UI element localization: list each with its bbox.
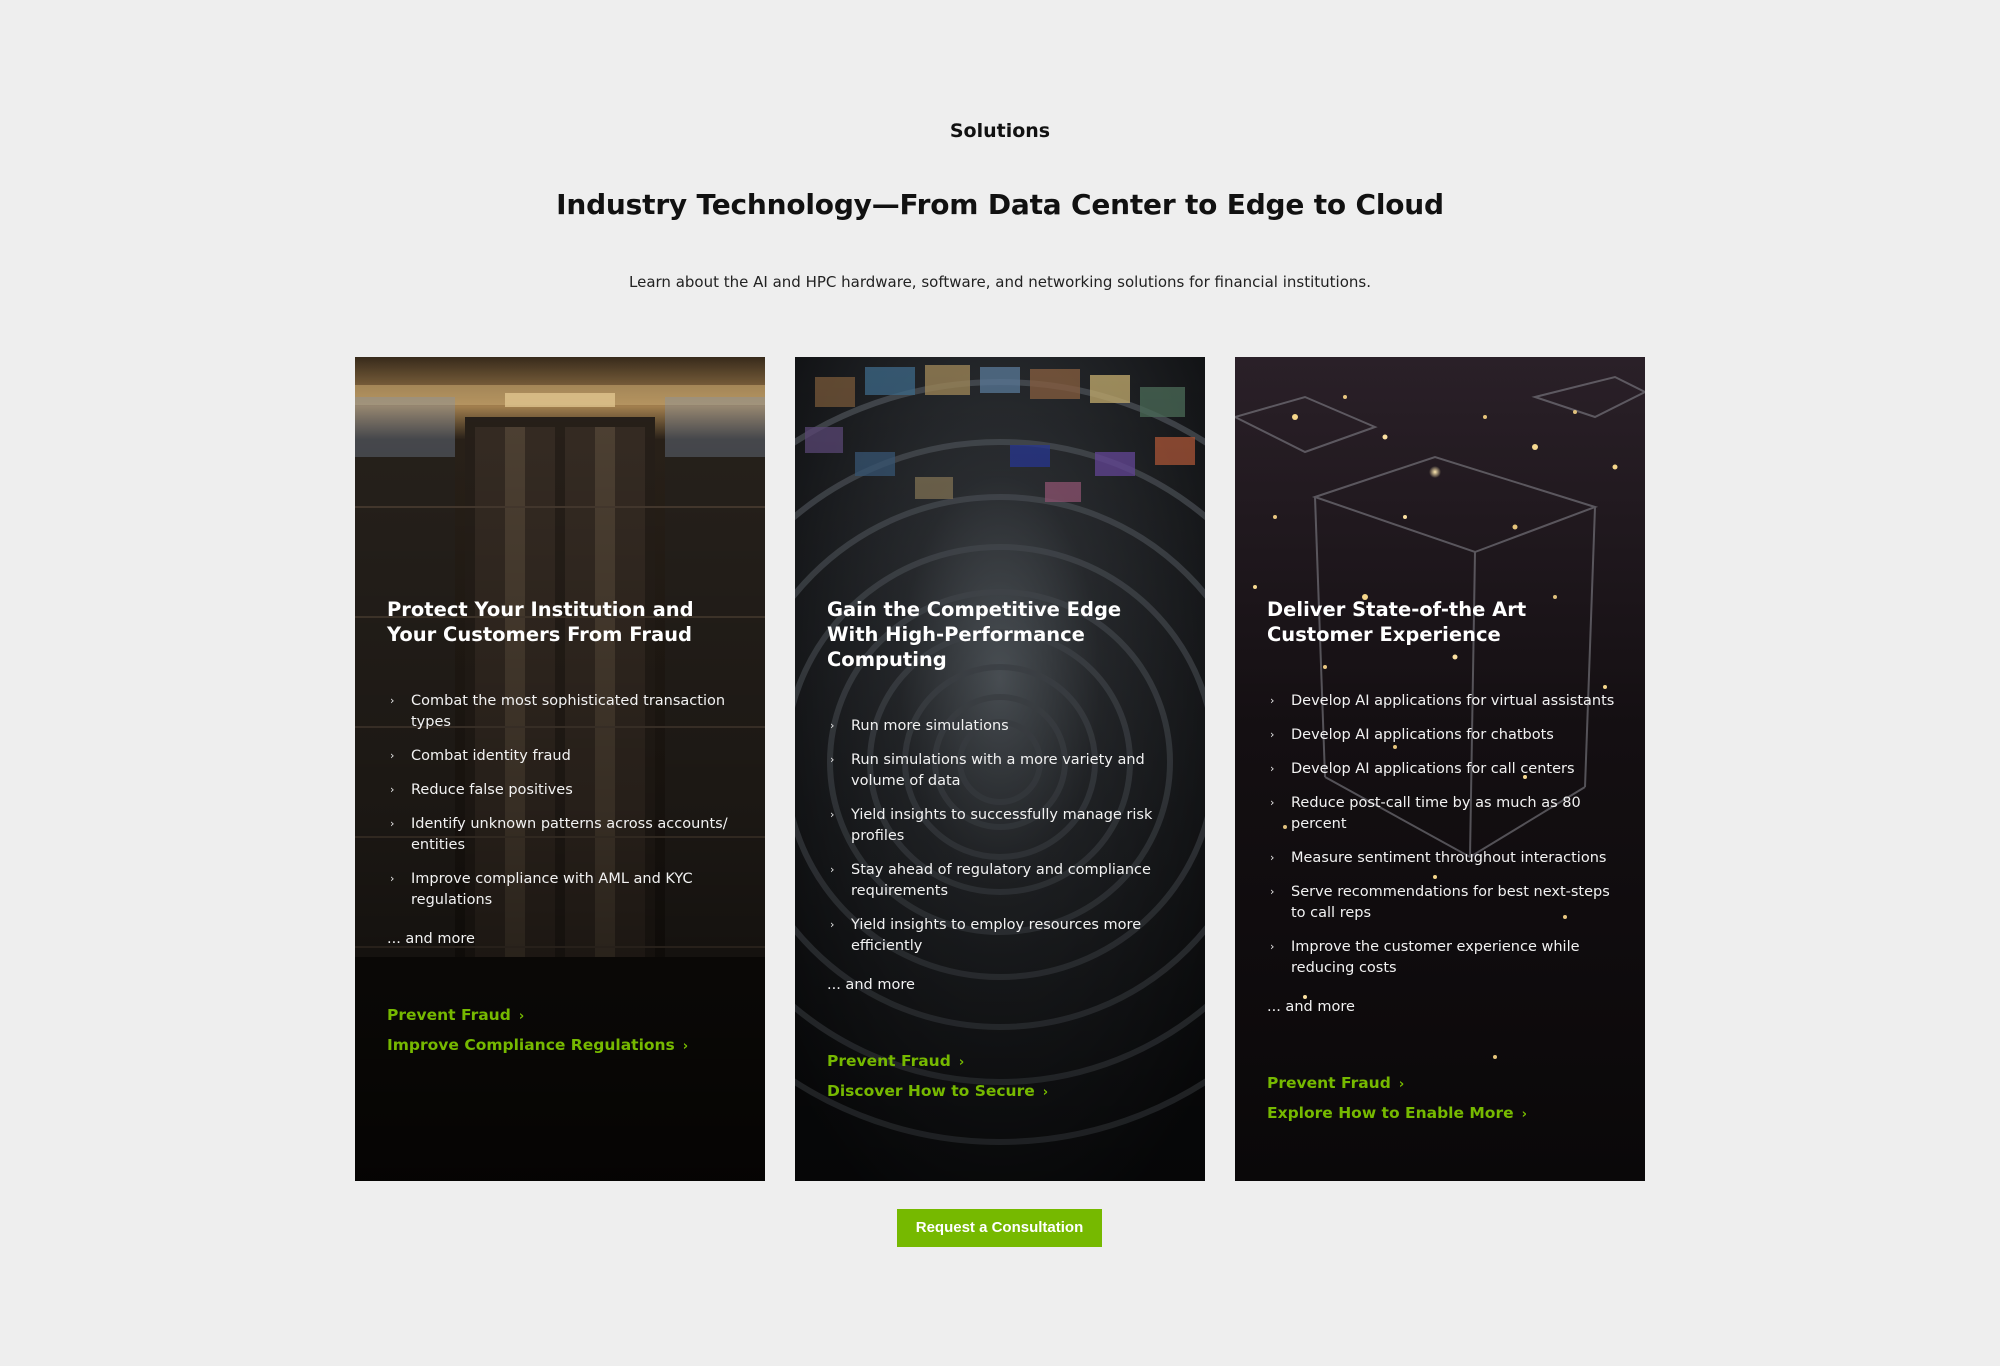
bullet-item: › Measure sentiment throughout interactio… xyxy=(1270,850,1607,866)
bullet-item: › Combat the most sophisticated transacti… xyxy=(390,693,726,730)
chevron-right-icon: › xyxy=(1042,1085,1049,1100)
chevron-right-icon: › xyxy=(1270,851,1275,864)
prevent-fraud-link[interactable]: Prevent Fraud › xyxy=(827,1047,1175,1077)
chevron-right-icon: › xyxy=(1521,1107,1527,1122)
bullet-item: › Combat identity fraud xyxy=(390,748,571,764)
chevron-right-icon: › xyxy=(830,719,835,732)
bullet-item: › Improve the customer experience while r… xyxy=(1270,939,1580,976)
bullet-item: › Identify unknown patterns across accoun… xyxy=(390,816,728,853)
bullet-item: › Develop AI applications for call center… xyxy=(1270,761,1575,777)
request-consultation-button[interactable]: Request a Consultation xyxy=(897,1209,1102,1247)
and-more-text: ... and more xyxy=(387,931,475,947)
chevron-right-icon: › xyxy=(830,863,835,876)
chevron-right-icon: › xyxy=(1270,796,1275,809)
bullet-item: › Develop AI applications for virtual ass… xyxy=(1270,693,1615,709)
bullet-item: › Yield insights to employ resources more… xyxy=(830,917,1142,954)
card-title: Gain the Competitive Edge With High-Perf… xyxy=(827,598,1122,671)
bullet-item: › Improve compliance with AML and KYC reg… xyxy=(390,871,693,908)
chevron-right-icon: › xyxy=(390,872,395,885)
card-title: Protect Your Institution and Your Custom… xyxy=(387,598,694,646)
chevron-right-icon: › xyxy=(830,918,835,931)
chevron-right-icon: › xyxy=(830,808,835,821)
bullet-item: › Run simulations with a more variety and… xyxy=(830,752,1145,789)
bullet-item: › Run more simulations xyxy=(830,718,1009,734)
chevron-right-icon: › xyxy=(1270,762,1275,775)
chevron-right-icon: › xyxy=(1270,885,1275,898)
bullet-item: › Stay ahead of regulatory and compliance… xyxy=(830,862,1151,899)
solution-card-fraud: Protect Your Institution and Your Custom… xyxy=(355,357,765,1181)
chevron-right-icon: › xyxy=(1398,1077,1405,1092)
chevron-right-icon: › xyxy=(518,1009,525,1024)
bullet-item: › Yield insights to successfully manage r… xyxy=(830,807,1153,844)
discover-how-to-secure-link[interactable]: Discover How to Secure › xyxy=(827,1077,1175,1107)
bullet-item: › Develop AI applications for chatbots xyxy=(1270,727,1554,743)
bullet-item: › Reduce false positives xyxy=(390,782,573,798)
section-subtitle: Learn about the AI and HPC hardware, sof… xyxy=(629,273,1371,291)
solution-card-customer-experience: Deliver State-of-the Art Customer Experi… xyxy=(1235,357,1645,1181)
chevron-right-icon: › xyxy=(682,1039,689,1054)
prevent-fraud-link[interactable]: Prevent Fraud › xyxy=(1267,1069,1615,1099)
bullet-item: › Serve recommendations for best next-ste… xyxy=(1270,884,1610,921)
card-title: Deliver State-of-the Art Customer Experi… xyxy=(1267,598,1527,646)
chevron-right-icon: › xyxy=(390,694,395,707)
chevron-right-icon: › xyxy=(1270,728,1275,741)
solution-card-hpc: Gain the Competitive Edge With High-Perf… xyxy=(795,357,1205,1181)
chevron-right-icon: › xyxy=(390,817,395,830)
section-eyebrow: Solutions xyxy=(949,120,1051,142)
chevron-right-icon: › xyxy=(390,783,395,796)
chevron-right-icon: › xyxy=(958,1055,965,1070)
bullet-item: › Reduce post-call time by as much as 80 … xyxy=(1270,795,1581,832)
and-more-text: ... and more xyxy=(827,977,915,993)
chevron-right-icon: › xyxy=(1270,694,1275,707)
chevron-right-icon: › xyxy=(1270,940,1275,953)
explore-how-to-enable-more-link[interactable]: Explore How to Enable More › xyxy=(1267,1099,1615,1129)
section-title: Industry Technology—From Data Center to … xyxy=(556,188,1444,221)
improve-compliance-link[interactable]: Improve Compliance Regulations › xyxy=(387,1031,735,1061)
and-more-text: ... and more xyxy=(1267,999,1355,1015)
chevron-right-icon: › xyxy=(390,749,395,762)
chevron-right-icon: › xyxy=(830,753,835,766)
prevent-fraud-link[interactable]: Prevent Fraud › xyxy=(387,1001,735,1031)
